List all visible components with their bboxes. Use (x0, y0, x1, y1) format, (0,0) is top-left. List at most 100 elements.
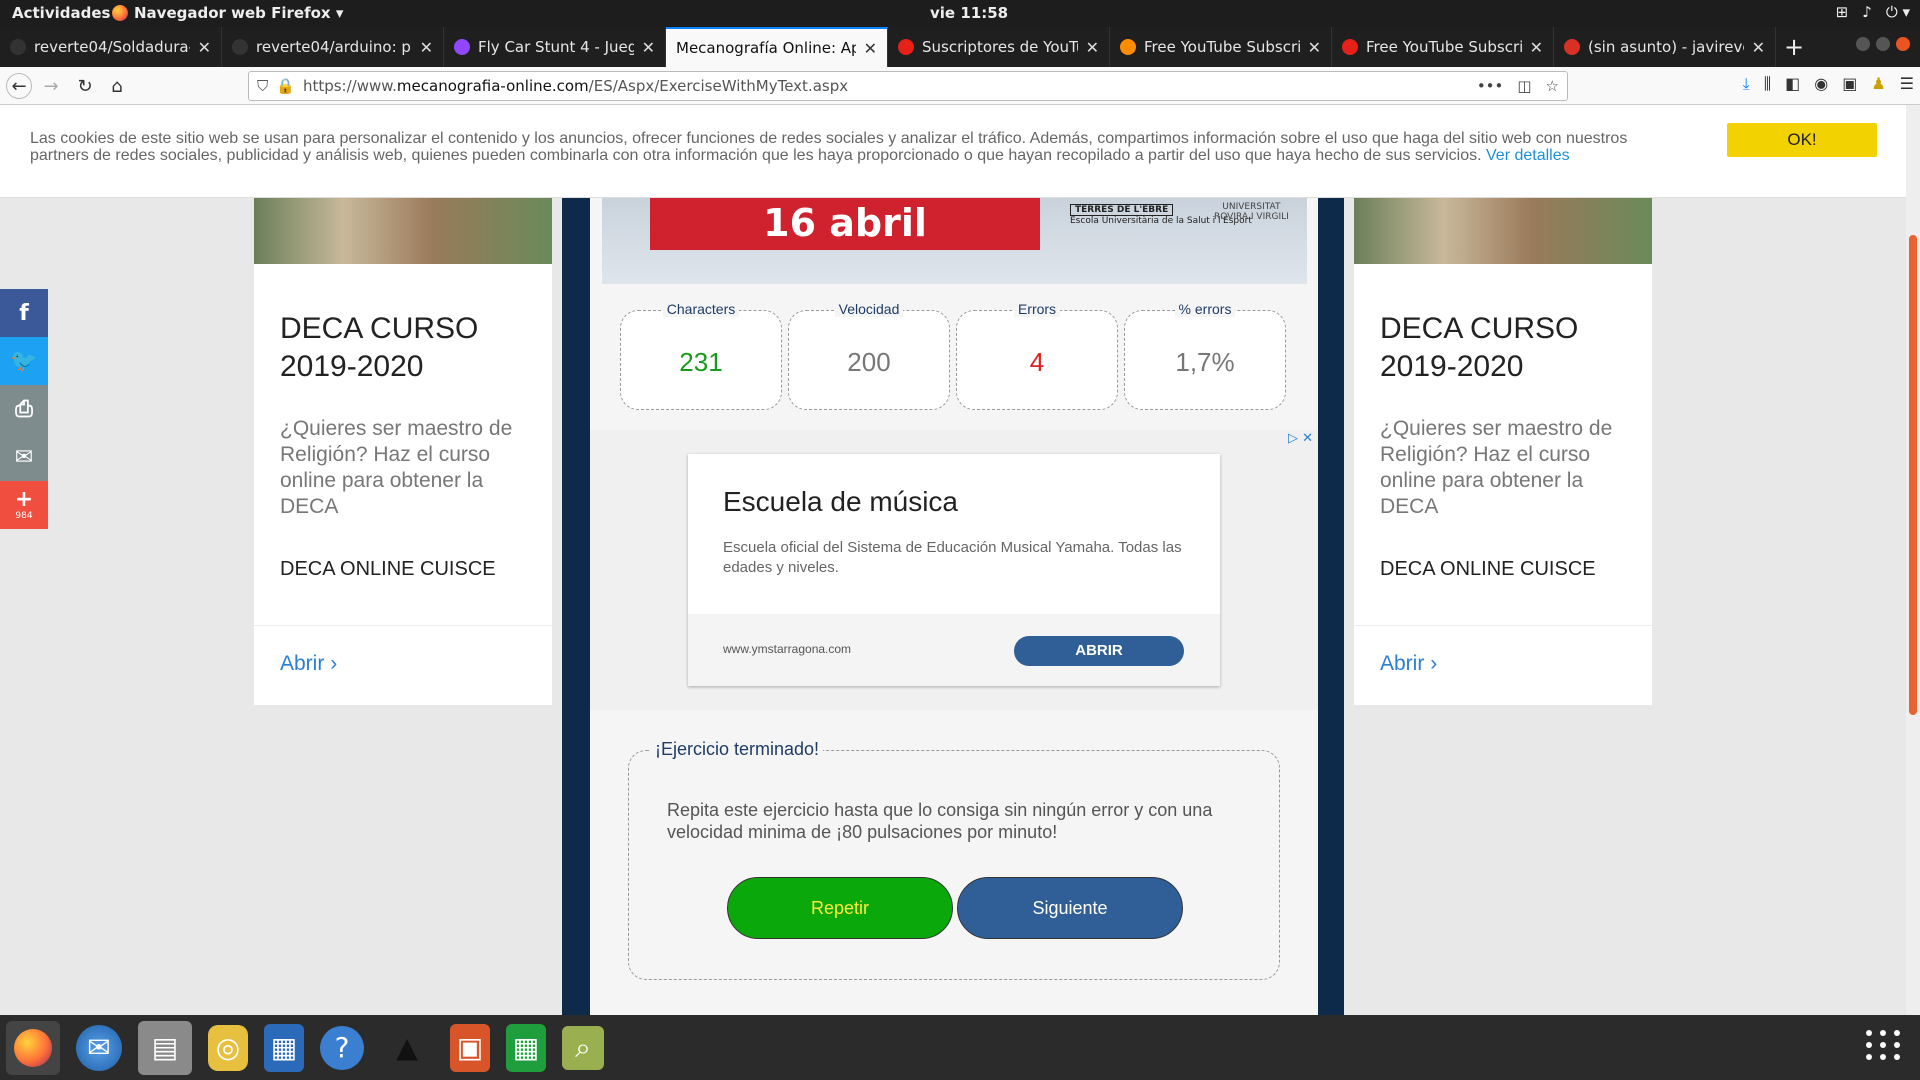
banner-date: 16 abril (650, 198, 1040, 250)
sidebar-icon[interactable]: ◧ (1785, 74, 1800, 94)
power-icon[interactable]: ⏻ ▾ (1886, 3, 1910, 21)
pocket-icon[interactable]: ◫ (1517, 77, 1531, 95)
stat-label: % errors (1174, 301, 1236, 317)
repeat-button[interactable]: Repetir (727, 877, 953, 939)
ad-open-link[interactable]: Abrir › (1354, 625, 1652, 705)
firefox-icon[interactable] (6, 1020, 60, 1075)
account-icon[interactable]: ◉ (1814, 74, 1828, 94)
forward-button[interactable]: → (38, 73, 64, 99)
share-more-button[interactable]: + 984 (0, 481, 48, 529)
tab-3[interactable]: Mecanografía Online: Apre ✕ (666, 27, 888, 67)
close-tab-icon[interactable]: ✕ (1086, 38, 1099, 57)
tab-0[interactable]: reverte04/Soldadura-y-el ✕ (0, 27, 222, 67)
activities-button[interactable]: Actividades (12, 4, 110, 22)
stat-value: 1,7% (1175, 347, 1235, 377)
tab-7[interactable]: (sin asunto) - javireverte ✕ (1554, 27, 1776, 67)
facebook-icon[interactable]: f (0, 289, 48, 337)
stat-box: Velocidad 200 (788, 301, 950, 410)
cookie-ok-button[interactable]: OK! (1727, 123, 1877, 157)
writer-icon[interactable]: ▦ (264, 1023, 304, 1072)
twitch-icon (454, 39, 470, 55)
ad-open-button[interactable]: ABRIR (1014, 636, 1184, 666)
page-scrollbar[interactable] (1906, 105, 1920, 1015)
extension-icon[interactable]: ♟ (1871, 74, 1885, 94)
music-school-ad[interactable]: Escuela de música Escuela oficial del Si… (688, 454, 1220, 686)
inkscape-icon[interactable]: ▲ (380, 1021, 434, 1075)
bookmark-star-icon[interactable]: ☆ (1546, 77, 1559, 95)
dock: ✉ ▤ ◎ ▦ ? ▲ ▣ ▦ ⌕ (0, 1015, 1920, 1080)
ad-url: www.ymstarragona.com (723, 642, 852, 656)
tab-bar: reverte04/Soldadura-y-el✕reverte04/ardui… (0, 27, 1920, 67)
share-count: 984 (15, 511, 33, 521)
home-button[interactable]: ⌂ (104, 73, 130, 99)
close-tab-icon[interactable]: ✕ (1752, 38, 1765, 57)
page-actions-icon[interactable]: ••• (1477, 77, 1504, 95)
tracking-shield-icon[interactable]: ⛉ (257, 77, 268, 95)
tab-6[interactable]: Free YouTube Subscribe ✕ (1332, 27, 1554, 67)
back-button[interactable]: ← (6, 73, 32, 99)
cookie-details-link[interactable]: Ver detalles (1486, 147, 1570, 164)
tab-5[interactable]: Free YouTube Subscribe ✕ (1110, 27, 1332, 67)
close-tab-icon[interactable]: ✕ (198, 38, 211, 57)
new-tab-button[interactable]: + (1776, 27, 1812, 67)
ad-sponsor: DECA ONLINE CUISCE (1380, 558, 1596, 580)
close-tab-icon[interactable]: ✕ (1530, 38, 1543, 57)
ad-title: DECA CURSO 2019-2020 (1380, 312, 1579, 383)
stat-value: 200 (847, 347, 891, 377)
tab-4[interactable]: Suscriptores de YouTube ✕ (888, 27, 1110, 67)
lock-icon[interactable]: 🔒 (276, 77, 295, 95)
tab-label: (sin asunto) - javireverte (1588, 38, 1744, 56)
close-window-icon[interactable] (1896, 37, 1910, 51)
tab-label: reverte04/arduino: proy (256, 38, 412, 56)
files-icon[interactable]: ▤ (138, 1020, 192, 1075)
close-tab-icon[interactable]: ✕ (642, 38, 655, 57)
reload-button[interactable]: ↻ (72, 73, 98, 99)
volume-icon[interactable]: ♪ (1862, 3, 1872, 21)
url-bar[interactable]: ⛉ 🔒 https://www.mecanografia-online.com/… (248, 71, 1568, 101)
exercise-finished-panel: ¡Ejercicio terminado! Repita este ejerci… (628, 739, 1280, 980)
stat-label: Characters (662, 301, 740, 317)
ad-choices-icon[interactable]: ▷ ✕ (1288, 431, 1313, 446)
minimize-icon[interactable] (1856, 37, 1870, 51)
show-applications-icon[interactable] (1866, 1030, 1902, 1060)
window-controls (1856, 37, 1910, 51)
thunderbird-icon[interactable]: ✉ (76, 1024, 122, 1071)
downloads-icon[interactable]: ⤓ (1743, 74, 1750, 94)
side-ad-right[interactable]: DECA CURSO 2019-2020 ¿Quieres ser maestr… (1354, 198, 1652, 705)
tab-2[interactable]: Fly Car Stunt 4 - Juega a ✕ (444, 27, 666, 67)
rhythmbox-icon[interactable]: ◎ (208, 1024, 248, 1071)
firefox-icon (112, 5, 128, 21)
screenshot-icon[interactable]: ▣ (1842, 74, 1857, 94)
close-tab-icon[interactable]: ✕ (864, 39, 877, 58)
calc-icon[interactable]: ▦ (506, 1023, 546, 1072)
close-tab-icon[interactable]: ✕ (1308, 38, 1321, 57)
impress-icon[interactable]: ▣ (450, 1023, 490, 1072)
banner-logo-urv: UNIVERSITAT ROVIRA I VIRGILI (1214, 202, 1289, 222)
twitter-icon[interactable]: 🐦 (0, 337, 48, 385)
help-icon[interactable]: ? (320, 1025, 364, 1070)
tab-label: Mecanografía Online: Apre (676, 39, 856, 57)
maximize-icon[interactable] (1876, 37, 1890, 51)
scrollbar-thumb[interactable] (1909, 235, 1917, 715)
ad-open-link[interactable]: Abrir › (254, 625, 552, 705)
clock[interactable]: vie 11:58 (930, 4, 1008, 22)
email-icon[interactable]: ✉ (0, 433, 48, 481)
close-tab-icon[interactable]: ✕ (420, 38, 433, 57)
image-viewer-icon[interactable]: ⌕ (562, 1025, 604, 1070)
stat-value: 231 (679, 347, 723, 377)
tab-label: Fly Car Stunt 4 - Juega a (478, 38, 634, 56)
ad-description: Escuela oficial del Sistema de Educación… (723, 539, 1182, 576)
promo-banner[interactable]: 16 abril TERRES DE L'EBRE Escola Univers… (602, 198, 1307, 284)
print-icon[interactable]: ⎙ (0, 385, 48, 433)
system-tray[interactable]: ⊞ ♪ ⏻ ▾ (1836, 3, 1910, 21)
side-ad-left[interactable]: DECA CURSO 2019-2020 ¿Quieres ser maestr… (254, 198, 552, 705)
tab-1[interactable]: reverte04/arduino: proy ✕ (222, 27, 444, 67)
menu-icon[interactable]: ☰ (1900, 74, 1914, 94)
next-button[interactable]: Siguiente (957, 877, 1183, 939)
app-menu[interactable]: Navegador web Firefox ▾ (112, 4, 343, 22)
plus-icon: + (14, 487, 34, 512)
library-icon[interactable]: ⫼ (1764, 74, 1771, 94)
network-icon[interactable]: ⊞ (1836, 3, 1849, 21)
panel-message: Repita este ejercicio hasta que lo consi… (667, 800, 1213, 842)
github-icon (10, 39, 26, 55)
